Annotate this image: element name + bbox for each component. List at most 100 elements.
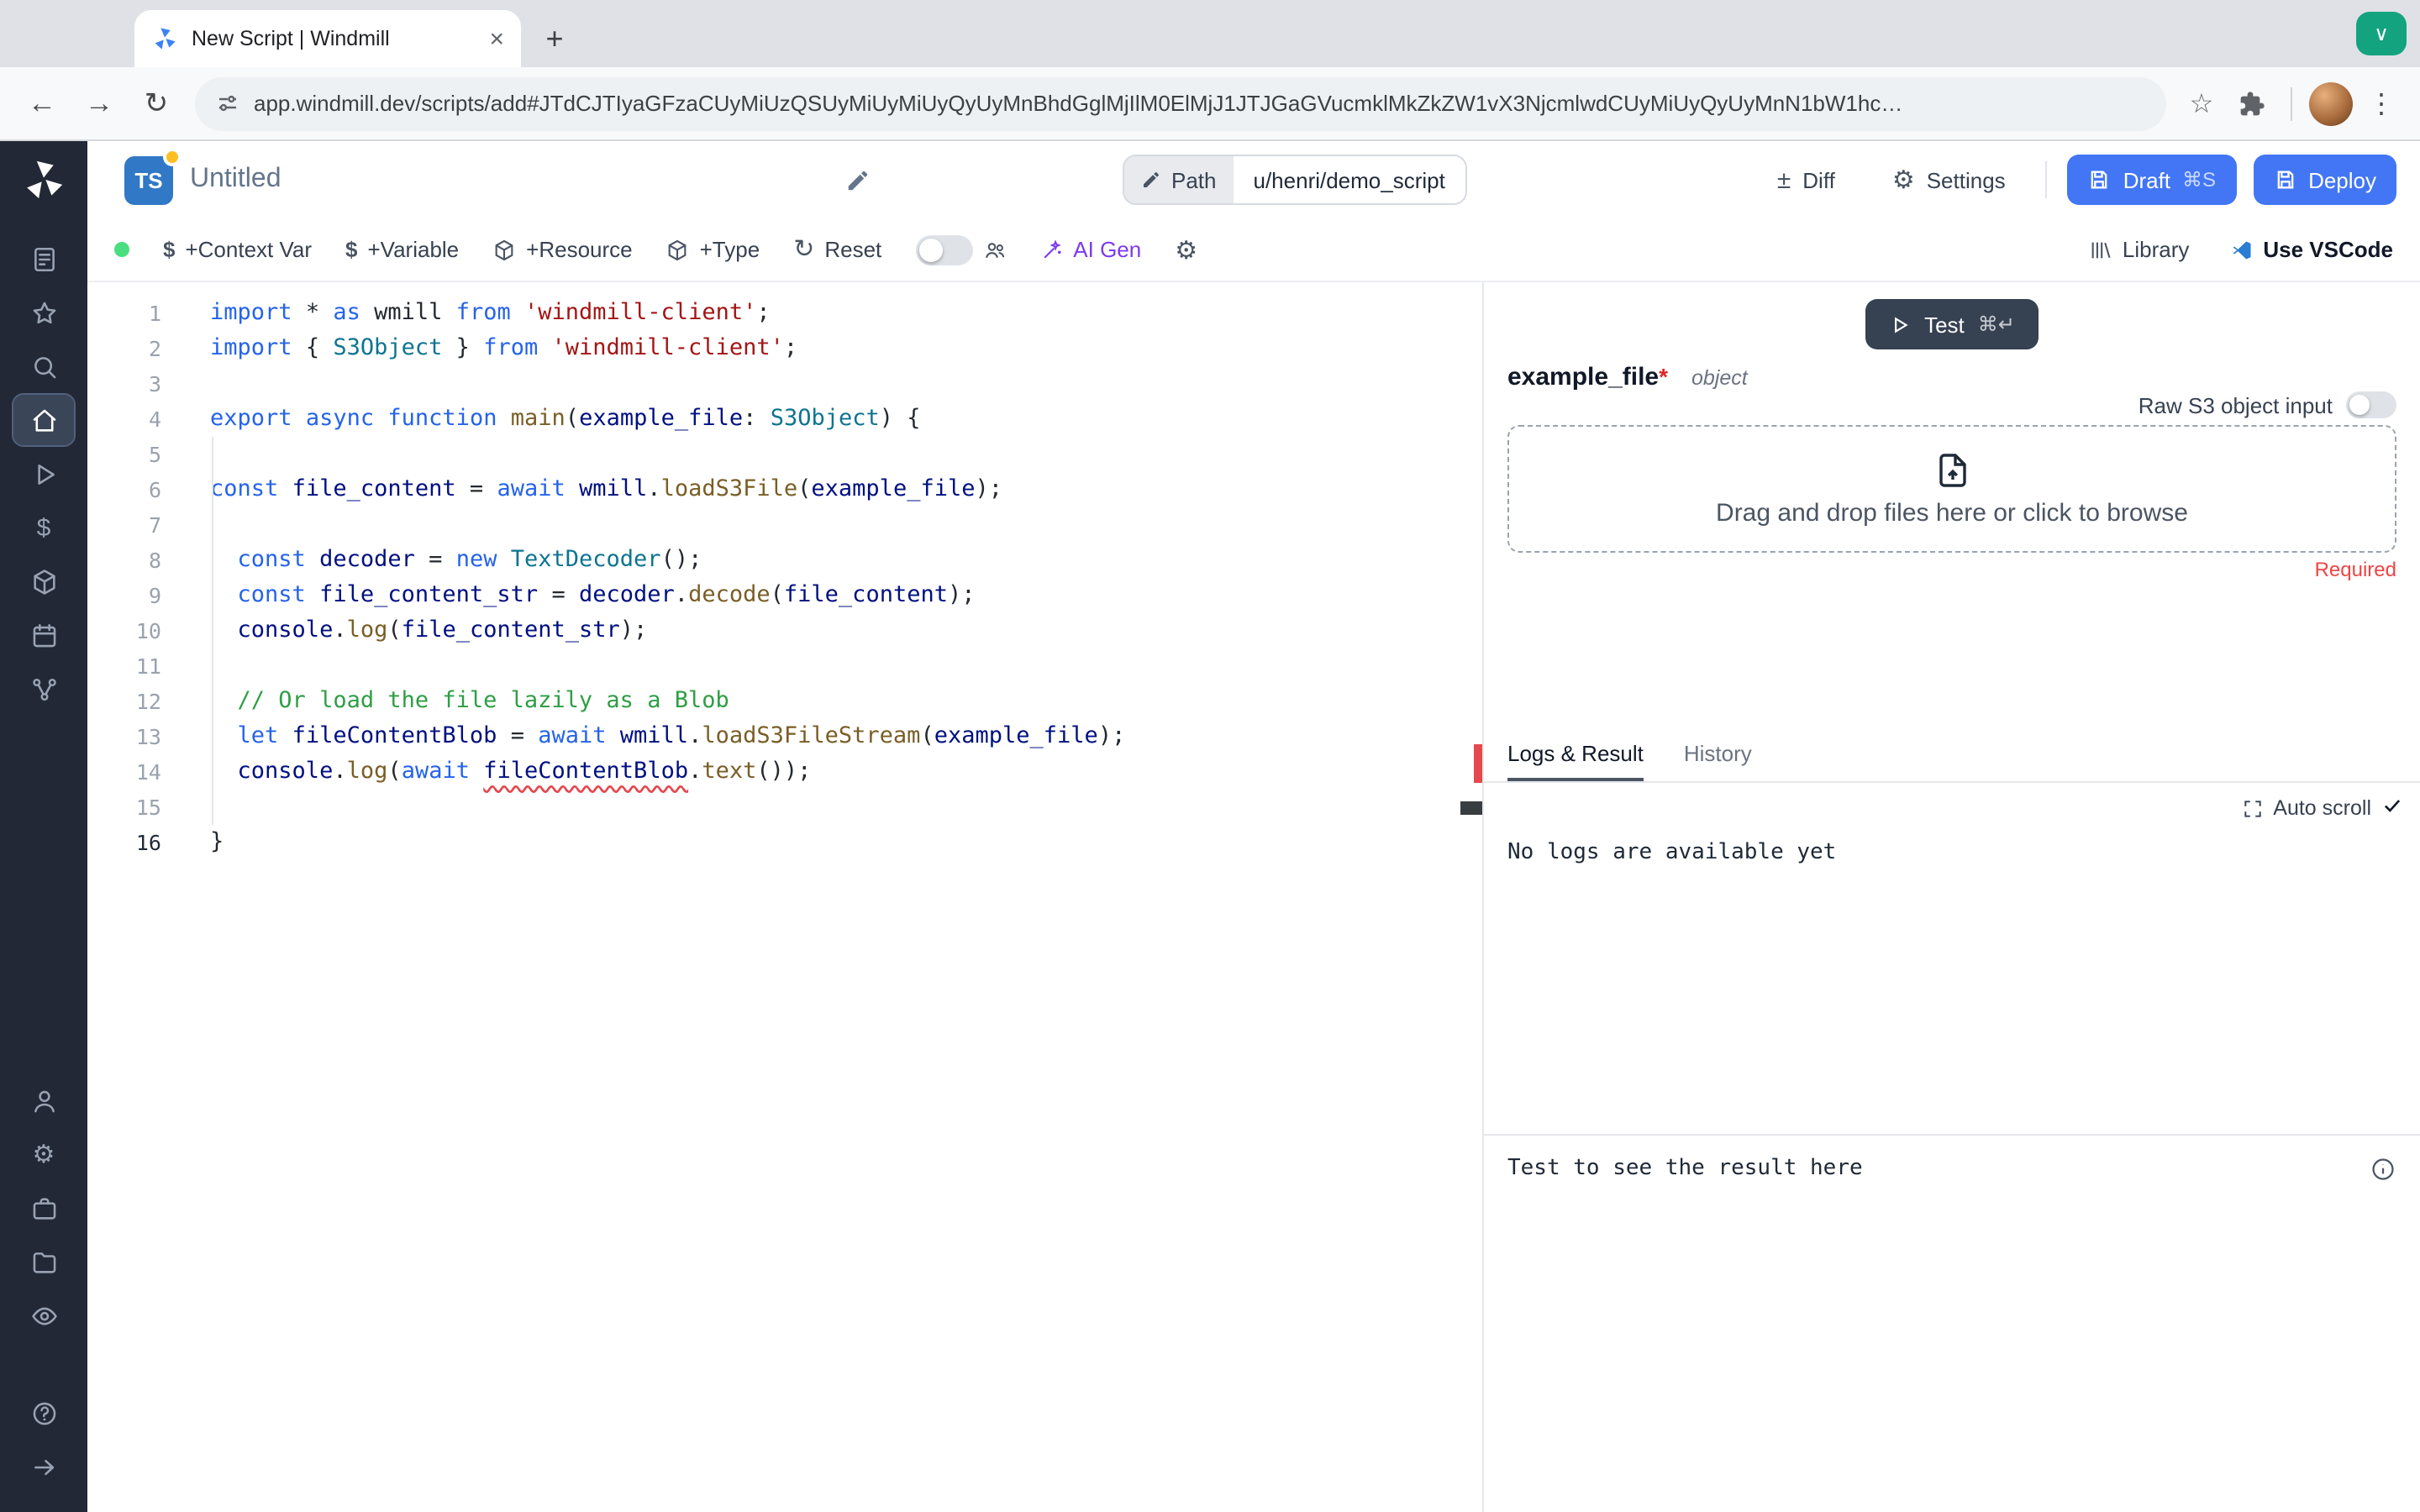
tab-history[interactable]: History bbox=[1684, 729, 1752, 781]
sidebar-item-schedules[interactable] bbox=[13, 610, 74, 660]
sidebar-item-variables[interactable]: $ bbox=[13, 502, 74, 553]
sidebar-item-workers[interactable] bbox=[13, 1183, 74, 1233]
use-vscode-button[interactable]: Use VSCode bbox=[2229, 237, 2393, 262]
windmill-logo-icon[interactable] bbox=[20, 156, 67, 203]
code-line-9[interactable]: 9 const file_content_str = decoder.decod… bbox=[87, 578, 1482, 613]
code-line-16[interactable]: 16} bbox=[87, 825, 1482, 860]
save-icon bbox=[2088, 168, 2112, 192]
code-editor[interactable]: 1 import * as wmill from 'windmill-client… bbox=[87, 282, 1482, 1512]
file-dropzone[interactable]: Drag and drop files here or click to bro… bbox=[1507, 425, 2396, 553]
sidebar-item-apps[interactable] bbox=[13, 234, 74, 284]
diff-button[interactable]: ± Diff bbox=[1756, 155, 1855, 205]
editor-settings-button[interactable]: ⚙ bbox=[1175, 234, 1197, 265]
code-line-6[interactable]: 6 const file_content = await wmill.loadS3… bbox=[87, 472, 1482, 507]
code-line-13[interactable]: 13 let fileContentBlob = await wmill.loa… bbox=[87, 719, 1482, 754]
sidebar-item-collapse[interactable] bbox=[13, 1441, 74, 1492]
tab-title: New Script | Windmill bbox=[192, 27, 390, 50]
path-selector[interactable]: Path u/henri/demo_script bbox=[1123, 155, 1467, 205]
extension-button[interactable]: ∨ bbox=[2356, 12, 2407, 55]
line-number: 7 bbox=[148, 512, 161, 538]
bookmark-star-icon[interactable]: ☆ bbox=[2180, 87, 2223, 120]
path-value[interactable]: u/henri/demo_script bbox=[1233, 156, 1465, 203]
reset-button[interactable]: ↻ Reset bbox=[793, 237, 881, 262]
sidebar-item-home[interactable] bbox=[12, 393, 76, 447]
extensions-icon[interactable] bbox=[2230, 81, 2274, 125]
main: TS Untitled Path u/henri/demo_script ± D… bbox=[87, 141, 2420, 1512]
info-icon[interactable] bbox=[2370, 1156, 2396, 1183]
profile-avatar[interactable] bbox=[2309, 81, 2353, 125]
close-tab-icon[interactable]: × bbox=[489, 26, 504, 51]
result-area: Test to see the result here bbox=[1484, 1134, 2420, 1512]
code-line-15[interactable]: 15 bbox=[87, 790, 1482, 825]
reload-icon[interactable]: ↻ bbox=[131, 78, 182, 129]
code-line-11[interactable]: 11 bbox=[87, 648, 1482, 684]
dollar-icon: $ bbox=[163, 237, 176, 262]
code-line-7[interactable]: 7 bbox=[87, 507, 1482, 543]
code-line-2[interactable]: 2 import { S3Object } from 'windmill-clie… bbox=[87, 331, 1482, 366]
test-button[interactable]: Test ⌘↵ bbox=[1865, 299, 2039, 349]
sidebar-item-flows[interactable] bbox=[13, 664, 74, 714]
argument-row: example_file * object bbox=[1507, 363, 2396, 391]
sidebar-item-folders[interactable] bbox=[13, 1236, 74, 1287]
browser-toolbar: ← → ↻ app.windmill.dev/scripts/add#JTdCJ… bbox=[0, 67, 2420, 141]
sidebar-item-resources[interactable] bbox=[13, 556, 74, 606]
code-line-10[interactable]: 10 console.log(file_content_str); bbox=[87, 613, 1482, 648]
code-line-14[interactable]: 14 console.log(await fileContentBlob.tex… bbox=[87, 754, 1482, 790]
resources-icon bbox=[33, 569, 55, 594]
edit-title-icon[interactable] bbox=[845, 167, 871, 192]
runs-icon bbox=[37, 464, 54, 484]
library-button[interactable]: Library bbox=[2089, 237, 2189, 262]
argument-type: object bbox=[1691, 366, 1748, 390]
result-placeholder: Test to see the result here bbox=[1507, 1156, 1863, 1181]
code-line-5[interactable]: 5 bbox=[87, 437, 1482, 472]
code-line-4[interactable]: 4 export async function main(example_file… bbox=[87, 402, 1482, 437]
path-label: Path bbox=[1124, 156, 1234, 203]
favorites-icon bbox=[32, 301, 55, 323]
tab-logs-result[interactable]: Logs & Result bbox=[1507, 729, 1644, 781]
code-line-1[interactable]: 1 import * as wmill from 'windmill-client… bbox=[87, 296, 1482, 331]
forward-icon[interactable]: → bbox=[74, 78, 124, 129]
required-label: Required bbox=[2314, 558, 2396, 581]
back-icon[interactable]: ← bbox=[17, 78, 67, 129]
add-type-button[interactable]: +Type bbox=[666, 237, 760, 262]
line-number: 14 bbox=[135, 759, 161, 785]
app-header: TS Untitled Path u/henri/demo_script ± D… bbox=[87, 141, 2420, 218]
search-icon bbox=[34, 356, 55, 378]
sidebar-item-audit[interactable] bbox=[13, 1290, 74, 1341]
app: $ ⚙ TS Untitled Path u/henri/demo_script… bbox=[0, 141, 2420, 1512]
multiplayer-toggle[interactable] bbox=[915, 234, 973, 265]
deploy-button[interactable]: Deploy bbox=[2253, 155, 2396, 205]
gear-icon: ⚙ bbox=[1891, 166, 1915, 195]
new-tab-button[interactable]: + bbox=[531, 15, 578, 62]
draft-button[interactable]: Draft ⌘S bbox=[2067, 155, 2237, 205]
auto-scroll-control[interactable]: Auto scroll bbox=[2241, 795, 2403, 822]
sidebar-bottom-group: ⚙ bbox=[13, 1072, 74, 1495]
sidebar-item-help[interactable] bbox=[13, 1388, 74, 1438]
code-line-8[interactable]: 8 const decoder = new TextDecoder(); bbox=[87, 543, 1482, 578]
panel-args-section: Test ⌘↵ example_file * object Raw S3 obj… bbox=[1484, 282, 2420, 729]
required-star: * bbox=[1659, 363, 1669, 390]
refresh-icon: ↻ bbox=[793, 235, 815, 264]
sidebar-item-settings[interactable]: ⚙ bbox=[13, 1129, 74, 1179]
address-bar[interactable]: app.windmill.dev/scripts/add#JTdCJTIyaGF… bbox=[195, 76, 2166, 130]
sidebar-item-runs[interactable] bbox=[13, 449, 74, 499]
raw-s3-toggle[interactable] bbox=[2346, 391, 2396, 418]
browser-menu-icon[interactable]: ⋮ bbox=[2360, 87, 2403, 120]
browser-tab[interactable]: New Script | Windmill × bbox=[134, 10, 521, 67]
vscode-icon bbox=[2232, 240, 2250, 259]
code-line-12[interactable]: 12 // Or load the file lazily as a Blob bbox=[87, 684, 1482, 719]
sidebar-item-favorites[interactable] bbox=[13, 287, 74, 338]
add-resource-button[interactable]: +Resource bbox=[492, 237, 633, 262]
sidebar-item-user[interactable] bbox=[13, 1075, 74, 1126]
ai-gen-button[interactable]: AI Gen bbox=[1039, 237, 1141, 262]
sidebar-item-search[interactable] bbox=[13, 341, 74, 391]
code-line-3[interactable]: 3 bbox=[87, 366, 1482, 402]
add-variable-button[interactable]: $ +Variable bbox=[345, 237, 459, 262]
settings-button[interactable]: ⚙ Settings bbox=[1871, 155, 2026, 205]
url-text[interactable]: app.windmill.dev/scripts/add#JTdCJTIyaGF… bbox=[254, 91, 2146, 116]
cube-icon bbox=[495, 239, 513, 260]
add-context-var-button[interactable]: $ +Context Var bbox=[163, 237, 312, 262]
emoji-badge-icon bbox=[163, 147, 182, 165]
user-icon bbox=[34, 1089, 54, 1112]
script-title-input[interactable]: Untitled bbox=[190, 165, 829, 195]
